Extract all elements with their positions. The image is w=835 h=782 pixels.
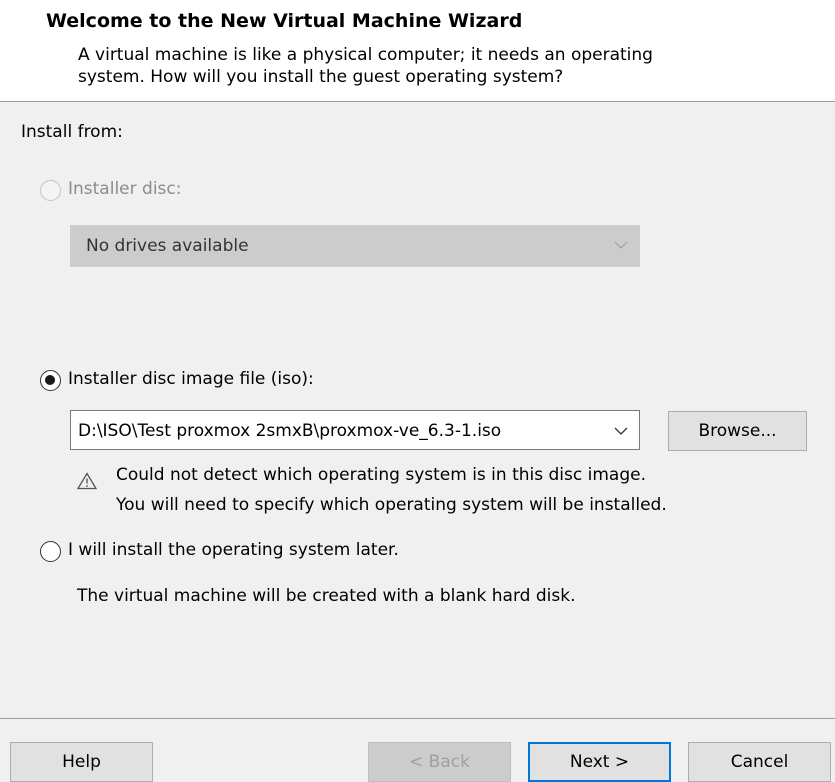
wizard-header: Welcome to the New Virtual Machine Wizar…: [0, 0, 835, 102]
install-later-label: I will install the operating system late…: [68, 540, 399, 560]
back-button[interactable]: < Back: [368, 742, 511, 782]
wizard-subtitle-line1: A virtual machine is like a physical com…: [78, 45, 653, 65]
install-later-description: The virtual machine will be created with…: [77, 586, 576, 606]
iso-label: Installer disc image file (iso):: [68, 369, 314, 389]
footer-divider: [0, 718, 835, 719]
next-button[interactable]: Next >: [528, 742, 671, 782]
installer-disc-radio[interactable]: [40, 180, 61, 201]
wizard-subtitle: A virtual machine is like a physical com…: [78, 44, 653, 88]
chevron-down-icon: [614, 241, 628, 249]
installer-disc-dropdown[interactable]: No drives available: [70, 225, 640, 267]
installer-disc-dropdown-value: No drives available: [86, 236, 249, 256]
warning-line1: Could not detect which operating system …: [116, 465, 646, 485]
warning-icon: [77, 472, 97, 490]
chevron-down-icon[interactable]: [614, 426, 628, 436]
browse-button[interactable]: Browse...: [668, 411, 807, 451]
iso-path-combobox[interactable]: D:\ISO\Test proxmox 2smxB\proxmox-ve_6.3…: [70, 410, 640, 450]
radio-selected-dot: [45, 375, 55, 385]
iso-radio[interactable]: [40, 370, 61, 391]
install-from-label: Install from:: [21, 122, 123, 142]
help-button[interactable]: Help: [10, 742, 153, 782]
wizard-subtitle-line2: system. How will you install the guest o…: [78, 67, 564, 87]
install-later-radio[interactable]: [40, 541, 61, 562]
iso-path-value: D:\ISO\Test proxmox 2smxB\proxmox-ve_6.3…: [78, 421, 502, 441]
installer-disc-label: Installer disc:: [68, 179, 182, 199]
wizard-title: Welcome to the New Virtual Machine Wizar…: [46, 10, 523, 32]
warning-line2: You will need to specify which operating…: [116, 495, 667, 515]
cancel-button[interactable]: Cancel: [688, 742, 831, 782]
